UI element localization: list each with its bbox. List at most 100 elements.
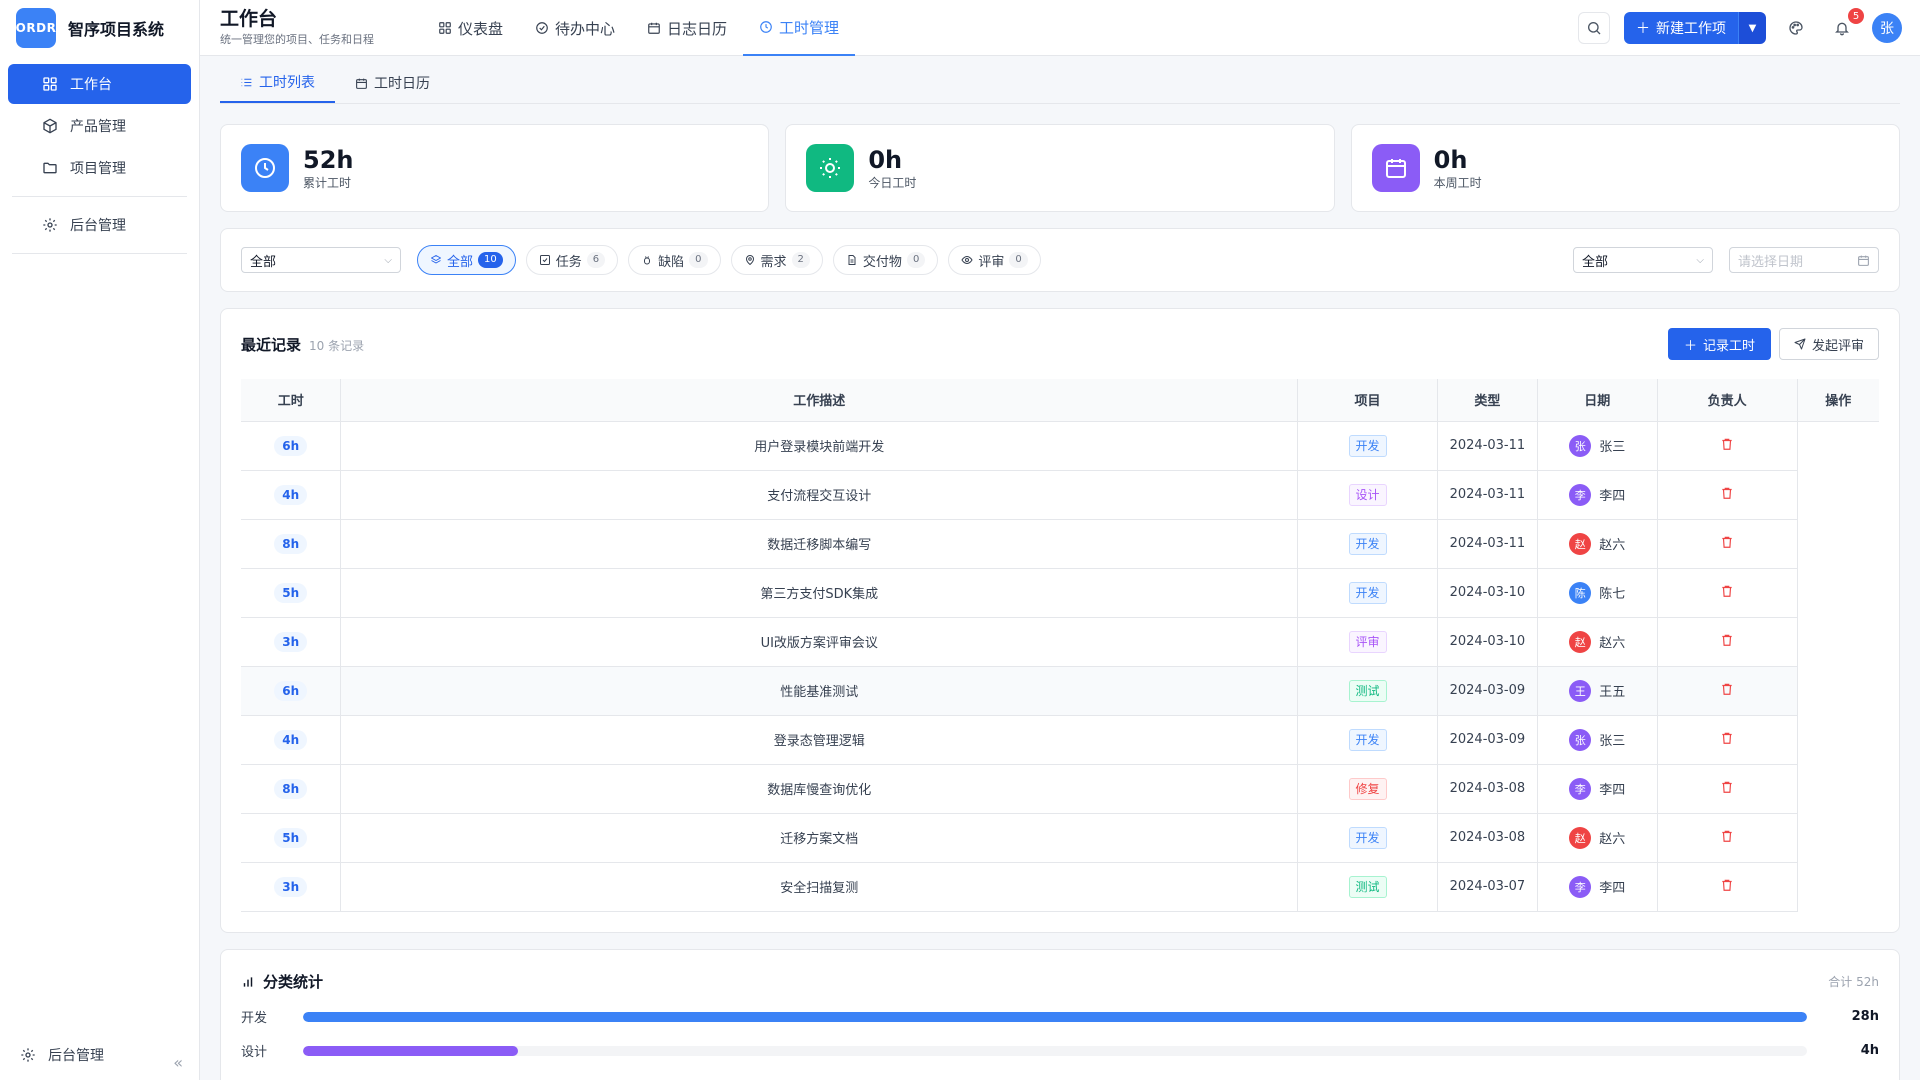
- stat-cards: 52h 累计工时 0h 今日工时 0h 本周工时: [220, 124, 1900, 212]
- search-button[interactable]: [1578, 12, 1610, 44]
- chip-requirement[interactable]: 需求 2: [730, 245, 823, 275]
- table-row[interactable]: 8h 数据迁移脚本编写 开发 2024-03-11 赵赵六: [241, 519, 1879, 569]
- user-avatar[interactable]: 张: [1872, 13, 1902, 43]
- delete-button[interactable]: [1720, 584, 1734, 598]
- sidebar-nav: 工作台 产品管理 项目管理 后台管理: [0, 56, 199, 270]
- tab-dashboard[interactable]: 仪表盘: [422, 0, 519, 56]
- log-hours-button[interactable]: ＋ 记录工时: [1667, 328, 1771, 360]
- brand[interactable]: ORDR 智序项目系统: [0, 0, 199, 56]
- tab-timesheet-calendar[interactable]: 工时日历: [335, 63, 450, 103]
- avatar: 赵: [1569, 630, 1592, 653]
- column-header[interactable]: 操作: [1797, 379, 1879, 422]
- table-row[interactable]: 3h UI改版方案评审会议 评审 2024-03-10 赵赵六: [241, 617, 1879, 667]
- delete-button[interactable]: [1720, 486, 1734, 500]
- delete-button[interactable]: [1720, 780, 1734, 794]
- sidebar-item-admin[interactable]: 后台管理: [8, 205, 191, 245]
- hours-badge: 5h: [274, 827, 308, 848]
- owner-cell: 张张三: [1537, 421, 1658, 471]
- type-tag: 设计: [1348, 483, 1387, 506]
- log-hours-label: 记录工时: [1702, 338, 1755, 354]
- notifications-button[interactable]: 5: [1826, 8, 1864, 44]
- empty-cell: [1797, 813, 1879, 862]
- table-row[interactable]: 5h 第三方支付SDK集成 开发 2024-03-10 陈陈七: [241, 568, 1879, 618]
- delete-button[interactable]: [1720, 878, 1734, 892]
- delete-button[interactable]: [1720, 437, 1734, 451]
- column-header[interactable]: 项目: [1297, 379, 1438, 422]
- hours-cell: 8h: [241, 519, 342, 569]
- start-review-button[interactable]: 发起评审: [1778, 328, 1879, 360]
- table-row[interactable]: 6h 用户登录模块前端开发 开发 2024-03-11 张张三: [241, 421, 1879, 471]
- sidebar-item-label: 工作台: [70, 77, 112, 93]
- project-select[interactable]: 全部 ⌵: [241, 247, 401, 273]
- sidebar-item-projects[interactable]: 项目管理: [8, 148, 191, 188]
- sidebar-item-label: 产品管理: [70, 119, 126, 135]
- member-select[interactable]: 全部 ⌵: [1573, 247, 1713, 273]
- table-row[interactable]: 6h 性能基准测试 测试 2024-03-09 王王五: [241, 666, 1879, 716]
- tab-label: 工时日历: [374, 76, 430, 92]
- action-cell: [1657, 421, 1798, 471]
- project-cell: 测试: [1297, 666, 1438, 716]
- sidebar-item-products[interactable]: 产品管理: [8, 106, 191, 146]
- delete-button[interactable]: [1720, 829, 1734, 843]
- calendar-icon: [1857, 254, 1870, 267]
- stat-value: 0h: [868, 145, 903, 174]
- table-row[interactable]: 4h 支付流程交互设计 设计 2024-03-11 李李四: [241, 470, 1879, 520]
- sidebar-item-workbench[interactable]: 工作台: [8, 64, 191, 104]
- delete-button[interactable]: [1720, 535, 1734, 549]
- delete-button[interactable]: [1720, 731, 1734, 745]
- owner: 赵赵六: [1569, 532, 1625, 555]
- column-header[interactable]: 工作描述: [340, 379, 1299, 422]
- plus-icon: ＋: [1683, 338, 1697, 354]
- action-cell: [1657, 715, 1798, 765]
- delete-button[interactable]: [1720, 682, 1734, 696]
- chip-bug[interactable]: 缺陷 0: [628, 245, 721, 275]
- column-header[interactable]: 工时: [241, 379, 342, 422]
- send-icon: [1794, 338, 1806, 350]
- empty-cell: [1797, 617, 1879, 666]
- sidebar-bottom-label: 后台管理: [48, 1048, 104, 1064]
- table-row[interactable]: 8h 数据库慢查询优化 修复 2024-03-08 李李四: [241, 764, 1879, 814]
- tab-timesheet-list[interactable]: 工时列表: [220, 63, 335, 103]
- tab-log-calendar[interactable]: 日志日历: [631, 0, 743, 56]
- chip-all[interactable]: 全部 10: [417, 245, 516, 275]
- type-tag: 开发: [1348, 826, 1387, 849]
- column-header[interactable]: 负责人: [1657, 379, 1798, 422]
- type-tag: 评审: [1348, 630, 1387, 653]
- hours-badge: 3h: [274, 876, 308, 897]
- gear-icon: [20, 1047, 36, 1063]
- table-row[interactable]: 4h 登录态管理逻辑 开发 2024-03-09 张张三: [241, 715, 1879, 765]
- chip-review[interactable]: 评审 0: [948, 245, 1041, 275]
- stat-card-today: 0h 今日工时: [785, 124, 1335, 212]
- delete-button[interactable]: [1720, 633, 1734, 647]
- owner: 赵赵六: [1569, 630, 1625, 653]
- description-cell: 数据库慢查询优化: [340, 764, 1299, 814]
- owner-cell: 赵赵六: [1537, 617, 1658, 667]
- chip-deliverable[interactable]: 交付物 0: [832, 245, 939, 275]
- new-work-item-button[interactable]: ＋ 新建工作项: [1624, 12, 1738, 44]
- table-row[interactable]: 5h 迁移方案文档 开发 2024-03-08 赵赵六: [241, 813, 1879, 863]
- tab-timesheet[interactable]: 工时管理: [743, 0, 856, 56]
- table-row[interactable]: 3h 安全扫描复测 测试 2024-03-07 李李四: [241, 862, 1879, 912]
- category-value: 4h: [1860, 1043, 1879, 1058]
- date-placeholder: 请选择日期: [1738, 254, 1804, 270]
- description-cell: 迁移方案文档: [340, 813, 1299, 863]
- description-cell: UI改版方案评审会议: [340, 617, 1299, 667]
- category-stats-title: 分类统计: [241, 971, 323, 992]
- theme-button[interactable]: [1780, 12, 1812, 44]
- column-header[interactable]: 类型: [1437, 379, 1538, 422]
- tab-todo[interactable]: 待办中心: [519, 0, 631, 56]
- column-header[interactable]: 日期: [1537, 379, 1658, 422]
- owner: 李李四: [1569, 483, 1625, 506]
- date-picker[interactable]: 请选择日期: [1729, 247, 1879, 273]
- description-cell: 安全扫描复测: [340, 862, 1299, 912]
- chip-task[interactable]: 任务 6: [525, 245, 619, 275]
- gear-icon: [42, 217, 58, 233]
- action-cell: [1657, 617, 1798, 667]
- hours-badge: 4h: [274, 729, 308, 750]
- collapse-sidebar-icon[interactable]: «: [173, 1053, 183, 1072]
- sidebar-bottom-admin[interactable]: 后台管理: [0, 1030, 200, 1080]
- hours-cell: 4h: [241, 715, 342, 765]
- trash-icon: [1720, 584, 1734, 598]
- new-work-item-dropdown[interactable]: ▼: [1738, 12, 1766, 44]
- hours-cell: 5h: [241, 568, 342, 618]
